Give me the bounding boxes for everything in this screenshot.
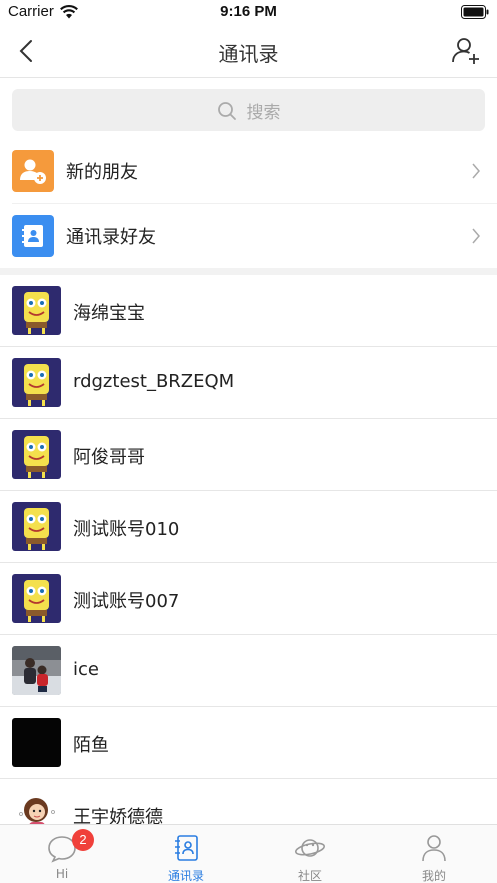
tab-label: 社区 <box>297 869 322 883</box>
new-friends-row[interactable]: 新的朋友 <box>0 138 497 204</box>
search-input[interactable]: 搜索 <box>12 89 485 131</box>
photo-avatar <box>12 646 61 695</box>
unread-badge: 2 <box>72 829 94 851</box>
spongebob-avatar <box>12 286 61 335</box>
spongebob-avatar <box>12 574 61 623</box>
chevron-right-icon <box>472 163 480 179</box>
battery-icon <box>461 5 489 19</box>
section-separator <box>0 268 497 275</box>
planet-icon <box>294 839 326 857</box>
tab-profile[interactable]: 我的 <box>372 825 496 883</box>
spongebob-avatar <box>12 430 61 479</box>
cartoon-girl-avatar <box>12 790 61 824</box>
contact-row[interactable]: 测试账号010 <box>0 491 497 563</box>
contact-name: 陌鱼 <box>73 735 109 756</box>
contact-name: 测试账号010 <box>73 519 180 540</box>
tab-bar: 2 Hi 通讯录 社区 我的 <box>0 824 497 883</box>
contact-list: 海绵宝宝 rdgztest_BRZEQM 阿俊哥哥 测试账号010 测试账号00… <box>0 275 497 824</box>
new-friend-icon <box>12 150 54 192</box>
contact-name: 王宇娇德德 <box>73 807 163 824</box>
search-icon <box>217 102 236 120</box>
tab-hi[interactable]: 2 Hi <box>0 825 124 883</box>
contact-row[interactable]: 王宇娇德德 <box>0 779 497 824</box>
contact-name: rdgztest_BRZEQM <box>73 371 235 392</box>
address-book-friends-row[interactable]: 通讯录好友 <box>0 203 497 269</box>
address-book-icon <box>12 215 54 257</box>
contact-name: 阿俊哥哥 <box>73 447 145 468</box>
new-friends-label: 新的朋友 <box>66 162 138 183</box>
clock: 9:16 PM <box>220 3 277 20</box>
add-friend-icon[interactable] <box>451 35 481 65</box>
tab-label: 我的 <box>421 869 446 883</box>
contact-row[interactable]: rdgztest_BRZEQM <box>0 347 497 419</box>
contact-row[interactable]: ice <box>0 635 497 707</box>
spongebob-avatar <box>12 502 61 551</box>
chevron-right-icon <box>472 228 480 244</box>
contact-row[interactable]: 测试账号007 <box>0 563 497 635</box>
contact-name: 测试账号007 <box>73 591 180 612</box>
contact-name: ice <box>73 659 99 680</box>
contact-row[interactable]: 海绵宝宝 <box>0 275 497 347</box>
search-placeholder: 搜索 <box>246 103 281 123</box>
profile-icon <box>422 835 446 862</box>
contact-row[interactable]: 陌鱼 <box>0 707 497 779</box>
contacts-icon <box>175 835 198 861</box>
tab-contacts[interactable]: 通讯录 <box>124 825 248 883</box>
black-avatar <box>12 718 61 767</box>
spongebob-avatar <box>12 358 61 407</box>
contact-name: 海绵宝宝 <box>73 303 145 324</box>
tab-label: 通讯录 <box>167 869 204 883</box>
contact-row[interactable]: 阿俊哥哥 <box>0 419 497 491</box>
navigation-bar: 通讯录 <box>0 26 497 78</box>
tab-label: Hi <box>55 867 69 881</box>
status-bar: Carrier 9:16 PM <box>0 0 497 26</box>
page-title: 通讯录 <box>218 42 279 66</box>
address-book-friends-label: 通讯录好友 <box>66 227 156 248</box>
tab-community[interactable]: 社区 <box>248 825 372 883</box>
